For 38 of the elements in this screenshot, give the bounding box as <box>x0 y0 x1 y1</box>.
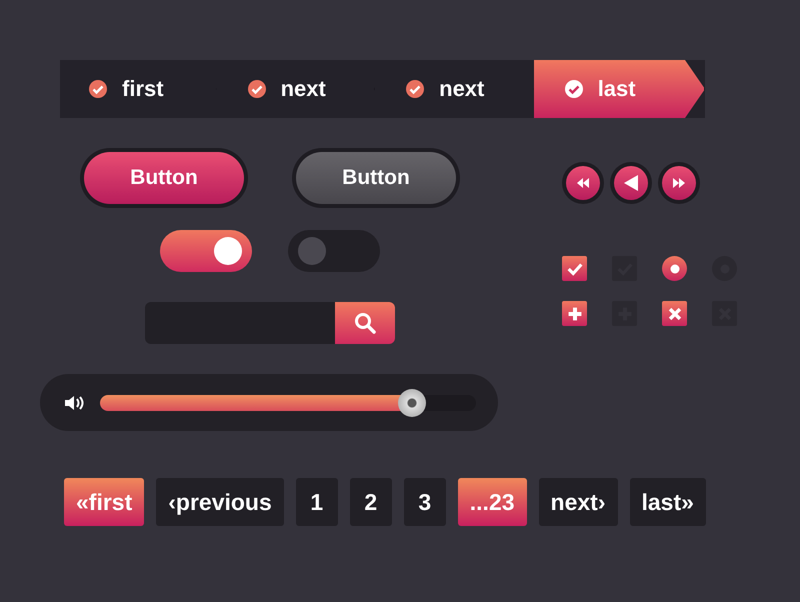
check-icon <box>88 79 108 99</box>
page-button[interactable]: ‹previous <box>156 478 284 526</box>
plus-icon <box>566 306 582 322</box>
page-button[interactable]: 1 <box>296 478 338 526</box>
rewind-icon <box>577 178 589 188</box>
back-button[interactable] <box>614 166 648 200</box>
plus-checkbox[interactable] <box>562 301 587 326</box>
page-button[interactable]: «first <box>64 478 144 526</box>
search-icon[interactable] <box>353 311 377 335</box>
step-tab[interactable]: first <box>60 60 217 118</box>
check-icon <box>246 79 267 99</box>
toggle-switch[interactable] <box>160 230 252 272</box>
page-button[interactable]: next› <box>538 478 618 526</box>
forward-button[interactable] <box>662 166 696 200</box>
rewind-button[interactable] <box>566 166 600 200</box>
button[interactable]: Button <box>296 152 456 204</box>
slider-handle[interactable] <box>398 388 426 416</box>
step-tab[interactable]: last <box>534 60 705 118</box>
dot-icon <box>670 264 680 274</box>
checkbox[interactable] <box>562 256 587 281</box>
page-button[interactable]: ...23 <box>458 478 527 526</box>
step-tab[interactable]: next <box>216 60 376 118</box>
toggle-switch[interactable] <box>288 230 380 272</box>
search-field[interactable] <box>145 302 395 344</box>
triangle-left-icon <box>624 175 638 191</box>
check-icon <box>405 79 426 99</box>
speaker-icon <box>64 394 86 410</box>
volume-slider[interactable] <box>100 388 476 416</box>
cross-checkbox[interactable] <box>662 301 687 326</box>
step-tab[interactable]: next <box>375 60 534 118</box>
cross-icon <box>668 306 682 320</box>
check-icon <box>564 79 584 99</box>
page-button[interactable]: last» <box>630 478 706 526</box>
page-button[interactable]: 3 <box>404 478 446 526</box>
fast-forward-icon <box>673 178 685 188</box>
button[interactable]: Button <box>84 152 244 204</box>
radio-button[interactable] <box>662 256 687 281</box>
page-button[interactable]: 2 <box>350 478 392 526</box>
